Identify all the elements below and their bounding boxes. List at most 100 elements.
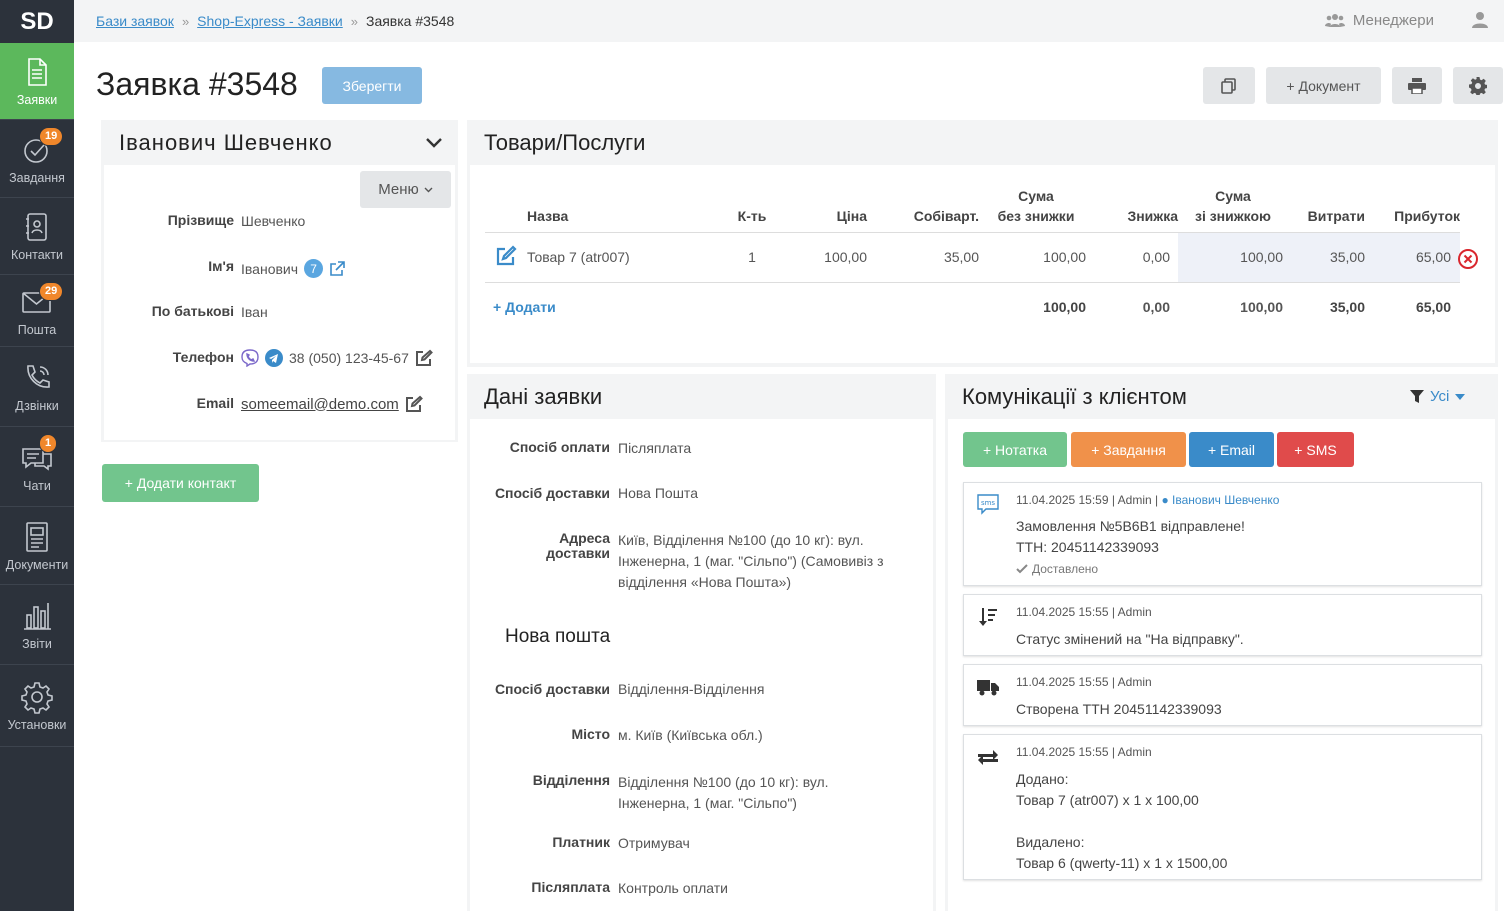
sidebar-item-tasks[interactable]: Завдання 19	[0, 120, 74, 198]
print-button[interactable]	[1392, 67, 1442, 104]
edit-icon[interactable]	[405, 395, 423, 413]
comm-text: Замовлення №5B6B1 відправлене! ТТН: 2045…	[1016, 516, 1245, 558]
sidebar-item-mail[interactable]: Пошта 29	[0, 275, 74, 347]
sidebar-item-label: Контакти	[11, 248, 63, 262]
address-line: Інженерна, 1 (маг. "Сільпо") (Самовивіз …	[618, 553, 884, 569]
cod-value[interactable]: Контроль оплати	[618, 880, 728, 896]
sidebar-item-orders[interactable]: Заявки	[0, 43, 74, 120]
add-email-button[interactable]: + Email	[1189, 432, 1274, 467]
gear-icon	[21, 681, 53, 714]
row-qty[interactable]: 1	[717, 232, 787, 282]
patronymic-label: По батькові	[151, 303, 234, 319]
sidebar-item-calls[interactable]: Дзвінки	[0, 347, 74, 427]
user-icon[interactable]	[1472, 11, 1488, 32]
sidebar-item-contacts[interactable]: Контакти	[0, 198, 74, 275]
edit-icon[interactable]	[495, 244, 517, 267]
menu-button[interactable]: Меню	[360, 171, 451, 208]
breadcrumb-orders-db[interactable]: Бази заявок	[96, 13, 174, 29]
firstname-badge[interactable]: 7	[304, 259, 324, 278]
np-method-value[interactable]: Відділення-Відділення	[618, 681, 764, 697]
phone-value: 38 (050) 123-45-67	[241, 349, 433, 367]
managers-button[interactable]: Менеджери	[1324, 12, 1434, 29]
add-note-button[interactable]: + Нотатка	[963, 432, 1067, 467]
total-discount: 0,00	[1142, 299, 1170, 316]
add-product-link[interactable]: + Додати	[493, 299, 556, 315]
delivery-value[interactable]: Нова Пошта	[618, 485, 698, 501]
sidebar-item-chats[interactable]: Чати 1	[0, 427, 74, 507]
branch-line: Інженерна, 1 (маг. "Сільпо")	[618, 795, 797, 811]
filter-dropdown[interactable]: Усі	[1410, 388, 1466, 405]
comms-body: + Нотатка + Завдання + Email + SMS sms 1…	[948, 419, 1495, 911]
row-expenses: 35,00	[1283, 232, 1365, 282]
comms-panel: Комунікації з клієнтом Усі + Нотатка + З…	[945, 374, 1498, 911]
cod-label: Післяплата	[531, 879, 610, 895]
col-price: Ціна	[836, 207, 867, 224]
external-link-icon[interactable]	[329, 260, 345, 277]
copy-icon	[1221, 77, 1236, 94]
contact-panel: Іванович Шевченко Меню Прізвище Шевченко…	[101, 120, 458, 442]
row-name: Товар 7 (atr007)	[527, 249, 630, 265]
payment-value[interactable]: Післяплата	[618, 440, 691, 456]
sidebar-item-documents[interactable]: Документи	[0, 507, 74, 585]
address-line: Київ, Відділення №100 (до 10 кг): вул.	[618, 532, 864, 548]
sidebar-item-label: Дзвінки	[15, 398, 59, 413]
add-contact-button[interactable]: + Додати контакт	[102, 464, 259, 502]
comm-status: Доставлено	[1016, 562, 1098, 576]
comm-meta-text: 11.04.2025 15:59 | Admin |	[1016, 493, 1162, 507]
list-item[interactable]: 11.04.2025 15:55 | Admin Додано: Товар 7…	[963, 734, 1482, 880]
mail-badge: 29	[39, 282, 64, 301]
edit-icon[interactable]	[415, 349, 433, 367]
sidebar: SD Заявки Завдання 19 Контакти Пошта 29 …	[0, 0, 74, 911]
firstname-value: Іванович 7	[241, 259, 345, 278]
comm-line	[1016, 811, 1227, 832]
order-body: Спосіб оплати Післяплата Спосіб доставки…	[470, 419, 933, 911]
patronymic-value: Іван	[241, 304, 268, 320]
add-document-button[interactable]: + Документ	[1266, 67, 1381, 104]
remove-icon[interactable]	[1457, 248, 1479, 270]
add-sms-button[interactable]: + SMS	[1277, 432, 1354, 467]
total-sum: 100,00	[1043, 299, 1086, 316]
logo[interactable]: SD	[0, 0, 74, 43]
breadcrumb-shop-express[interactable]: Shop-Express - Заявки	[197, 13, 343, 29]
total-sum-disc: 100,00	[1240, 299, 1283, 316]
sidebar-item-label: Звіти	[22, 636, 52, 651]
settings-button[interactable]	[1453, 67, 1503, 104]
telegram-icon[interactable]	[265, 349, 283, 367]
comm-line: Замовлення №5B6B1 відправлене!	[1016, 518, 1245, 534]
save-button[interactable]: Зберегти	[322, 67, 422, 104]
list-item[interactable]: 11.04.2025 15:55 | Admin Статус змінений…	[963, 594, 1482, 656]
chevron-down-icon[interactable]	[426, 138, 442, 148]
payment-label: Спосіб оплати	[509, 439, 610, 455]
branch-value[interactable]: Відділення №100 (до 10 кг): вул. Інженер…	[618, 772, 829, 814]
list-item[interactable]: 11.04.2025 15:55 | Admin Створена ТТН 20…	[963, 664, 1482, 726]
person-icon: ●	[1161, 493, 1169, 507]
breadcrumb-current: Заявка #3548	[365, 13, 455, 29]
np-method-label: Спосіб доставки	[494, 681, 610, 697]
city-value[interactable]: м. Київ (Київська обл.)	[618, 727, 763, 743]
order-title: Дані заявки	[484, 383, 603, 409]
viber-icon[interactable]	[241, 349, 259, 367]
sidebar-item-settings[interactable]: Установки	[0, 665, 74, 747]
breadcrumb: Бази заявок » Shop-Express - Заявки » За…	[74, 0, 1504, 42]
row-price[interactable]: 100,00	[787, 232, 867, 282]
list-item[interactable]: sms 11.04.2025 15:59 | Admin | ● Іванови…	[963, 482, 1482, 586]
products-body: Назва К-ть Ціна Собіварт. Сума без знижки…	[470, 165, 1495, 363]
phone-text[interactable]: 38 (050) 123-45-67	[289, 350, 409, 366]
comm-person-link[interactable]: Іванович Шевченко	[1172, 493, 1279, 507]
comm-meta: 11.04.2025 15:55 | Admin	[1016, 745, 1152, 759]
add-task-button[interactable]: + Завдання	[1071, 432, 1186, 467]
comm-text: Додано: Товар 7 (atr007) х 1 х 100,00 Ви…	[1016, 769, 1227, 874]
sidebar-item-reports[interactable]: Звіти	[0, 585, 74, 665]
comm-status-text: Доставлено	[1032, 562, 1099, 576]
address-value[interactable]: Київ, Відділення №100 (до 10 кг): вул. І…	[618, 530, 884, 593]
address-label-line2: доставки	[546, 545, 610, 561]
surname-label: Прізвище	[167, 212, 234, 228]
payer-value[interactable]: Отримувач	[618, 835, 690, 851]
copy-button[interactable]	[1203, 67, 1255, 104]
products-table: Назва К-ть Ціна Собіварт. Сума без знижки…	[485, 180, 1460, 332]
comm-meta: 11.04.2025 15:59 | Admin | ● Іванович Ше…	[1016, 493, 1279, 507]
email-link[interactable]: someemail@demo.com	[241, 396, 399, 413]
content: Заявка #3548 Зберегти + Документ Іванови…	[74, 42, 1504, 911]
row-discount[interactable]: 0,00	[1086, 232, 1178, 282]
col-name: Назва	[527, 207, 569, 224]
